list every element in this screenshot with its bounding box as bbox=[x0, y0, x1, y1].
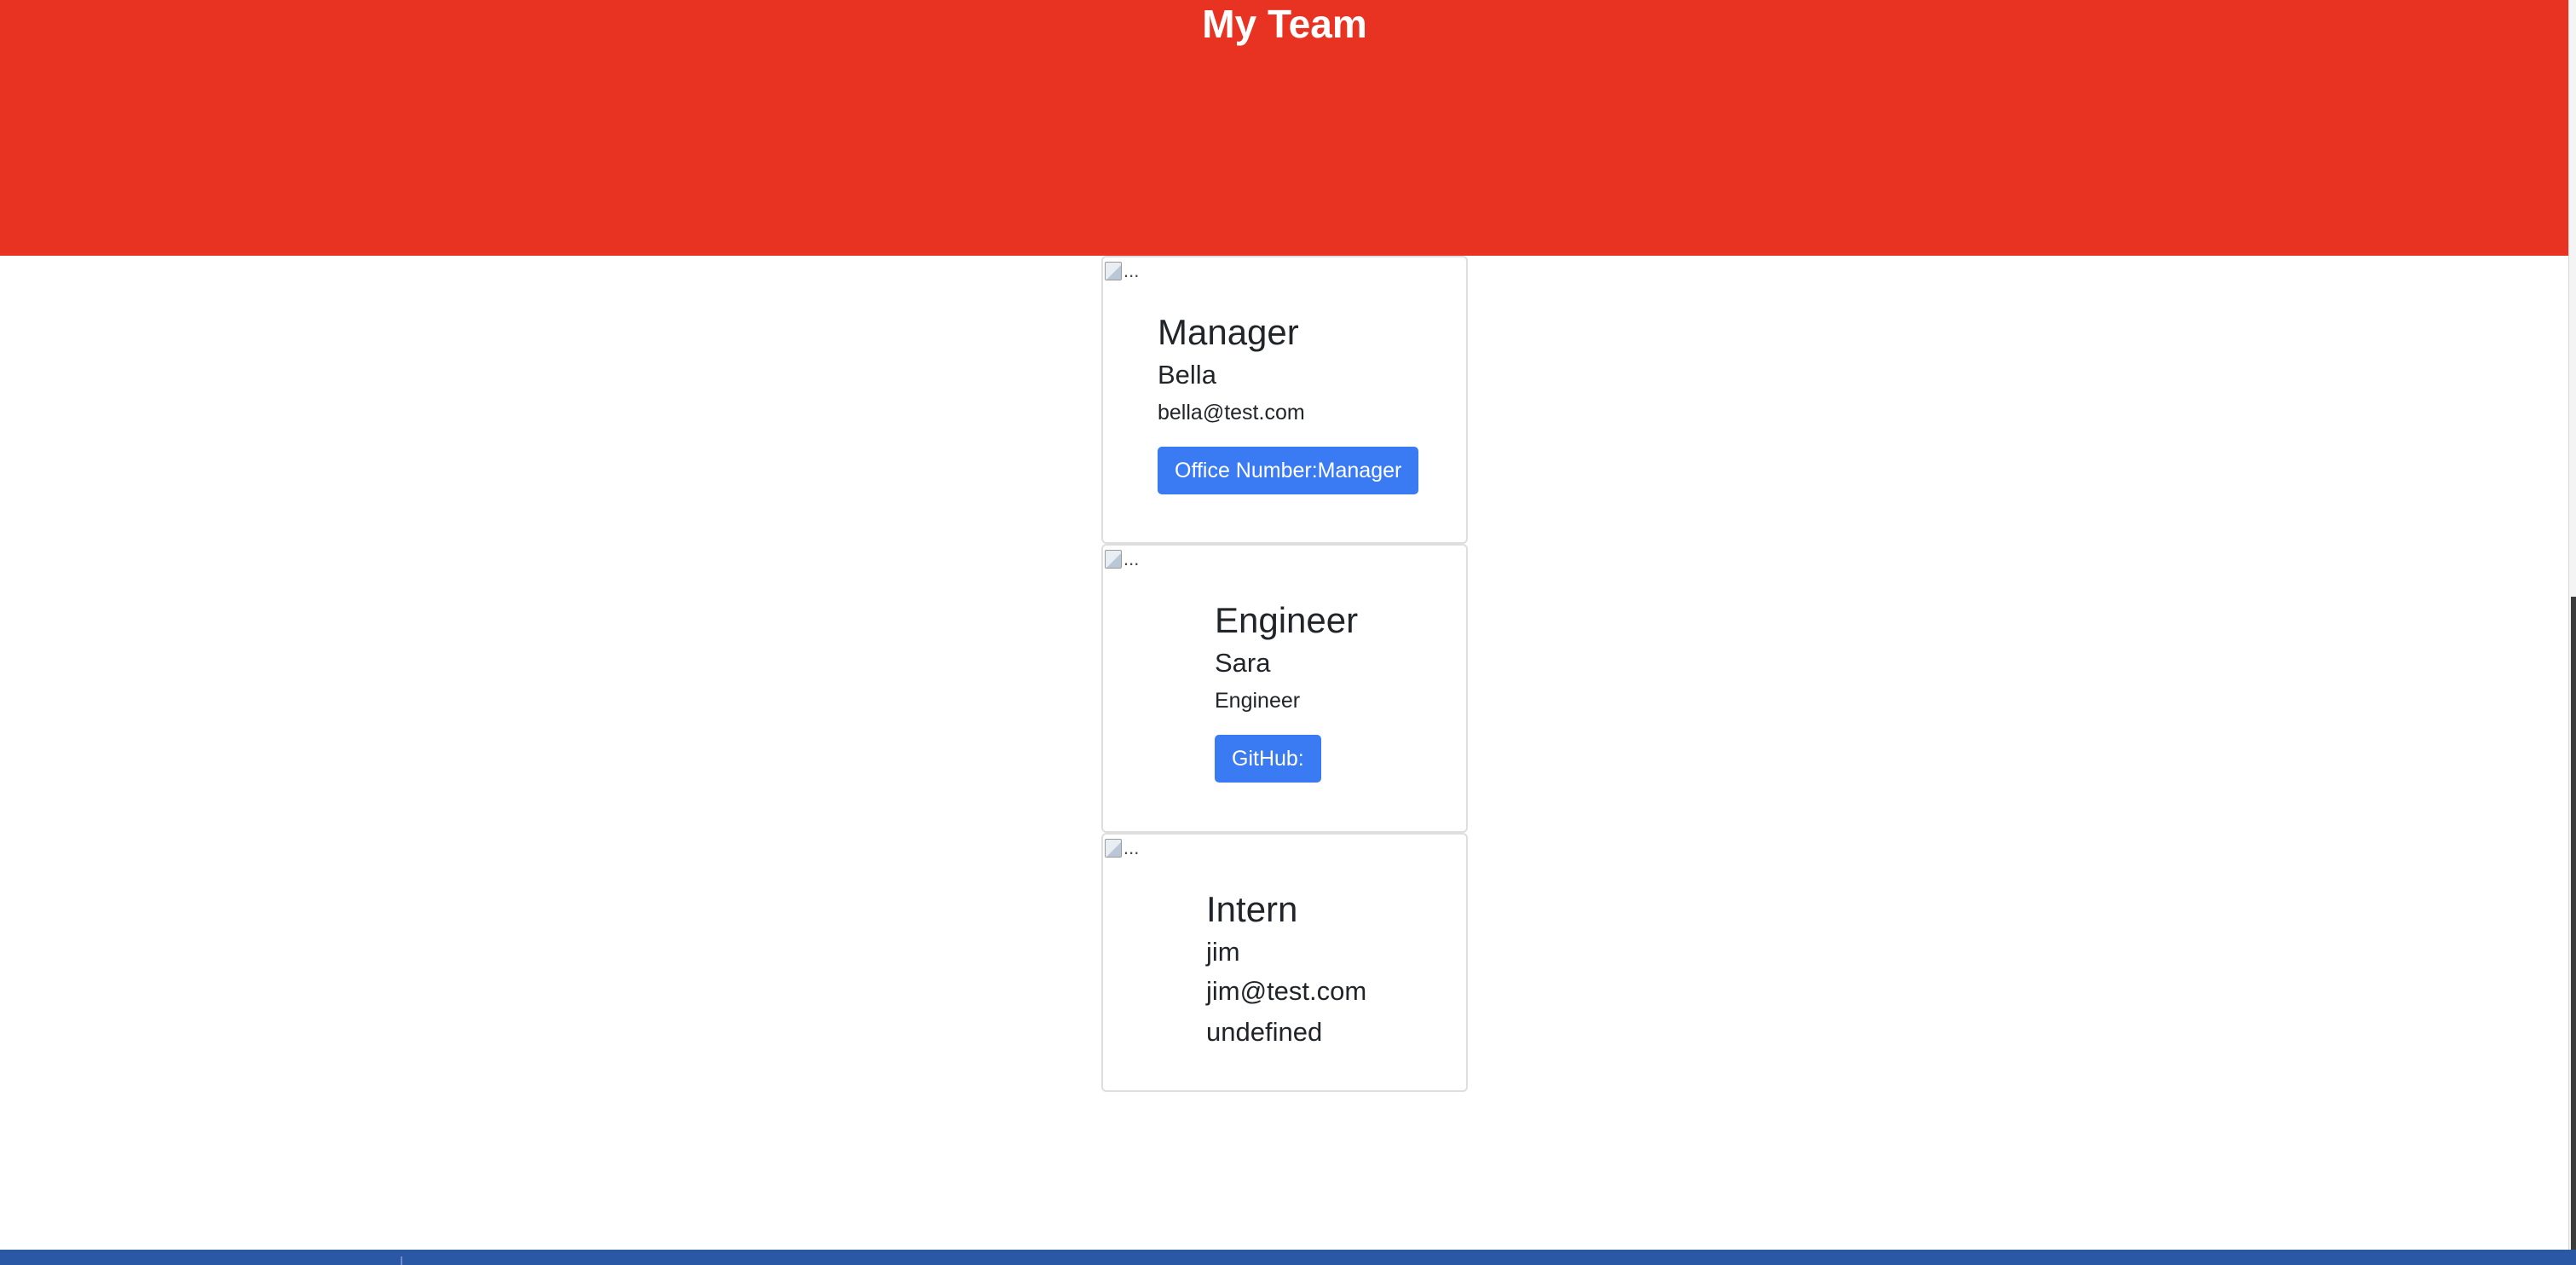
card-school: undefined bbox=[1206, 1017, 1323, 1047]
team-page: My Team ... Manager Bella bella@test.com… bbox=[0, 0, 2576, 1265]
intern-card: ... Intern jim jim@test.com undefined bbox=[1101, 833, 1468, 1092]
card-name: Sara bbox=[1215, 648, 1271, 678]
card-role: Engineer bbox=[1215, 600, 1359, 640]
taskbar bbox=[0, 1250, 2576, 1265]
card-image-alt: ... bbox=[1123, 837, 1140, 858]
card-role: Intern bbox=[1206, 889, 1298, 929]
broken-image-icon bbox=[1105, 839, 1122, 858]
page-title: My Team bbox=[1202, 2, 1367, 46]
github-button[interactable]: GitHub: bbox=[1215, 735, 1321, 783]
card-body: Manager Bella bella@test.com Office Numb… bbox=[1158, 309, 1419, 494]
card-image: ... bbox=[1105, 259, 1139, 283]
card-body: Engineer Sara Engineer GitHub: bbox=[1215, 597, 1358, 783]
card-detail: Engineer bbox=[1215, 689, 1301, 713]
card-image-alt: ... bbox=[1123, 260, 1140, 281]
scrollbar-thumb[interactable] bbox=[2571, 597, 2576, 1250]
office-number-button[interactable]: Office Number:Manager bbox=[1158, 447, 1419, 494]
header-banner: My Team bbox=[0, 0, 2569, 256]
card-image: ... bbox=[1105, 547, 1139, 571]
broken-image-icon bbox=[1105, 550, 1122, 569]
card-image-alt: ... bbox=[1123, 548, 1140, 569]
broken-image-icon bbox=[1105, 262, 1122, 280]
manager-card: ... Manager Bella bella@test.com Office … bbox=[1101, 256, 1468, 544]
card-name: jim bbox=[1206, 937, 1240, 967]
taskbar-divider bbox=[401, 1256, 402, 1265]
engineer-card: ... Engineer Sara Engineer GitHub: bbox=[1101, 544, 1468, 833]
card-image: ... bbox=[1105, 836, 1139, 860]
card-email: jim@test.com bbox=[1206, 976, 1367, 1006]
card-email: bella@test.com bbox=[1158, 401, 1305, 425]
card-body: Intern jim jim@test.com undefined bbox=[1206, 886, 1366, 1053]
card-role: Manager bbox=[1158, 312, 1299, 352]
card-name: Bella bbox=[1158, 360, 1216, 390]
